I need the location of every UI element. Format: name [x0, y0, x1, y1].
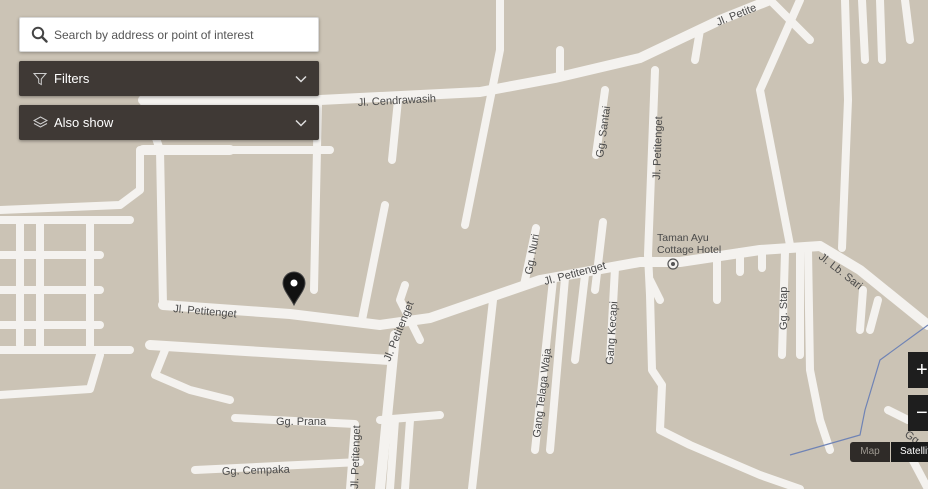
chevron-down-icon [295, 117, 307, 129]
map-type-map-button[interactable]: Map [850, 442, 890, 462]
zoom-out-button[interactable]: − [908, 395, 928, 431]
poi-label-line1: Taman Ayu [657, 232, 709, 244]
zoom-in-button[interactable]: + [908, 352, 928, 388]
chevron-down-icon [295, 73, 307, 85]
funnel-icon [32, 71, 48, 87]
street-label-stap: Gg. Stap [778, 287, 790, 330]
search-icon [30, 26, 48, 44]
street-label-cempaka: Gg. Cempaka [222, 464, 291, 478]
search-box [19, 17, 319, 52]
filters-button[interactable]: Filters [19, 61, 319, 96]
map-type-satellite-button[interactable]: Satellite [891, 442, 928, 462]
street-label-bottom-edge: Jl. Petitenget [349, 425, 363, 489]
poi-label-line2: Cottage Hotel [657, 244, 721, 256]
also-show-button[interactable]: Also show [19, 105, 319, 140]
search-input[interactable] [52, 26, 306, 43]
street-label-prana: Gg. Prana [276, 416, 327, 428]
layers-icon [32, 115, 48, 131]
filters-label: Filters [54, 71, 90, 86]
street-label-petitenget-vertical: Jl. Petitenget [651, 116, 665, 180]
also-show-label: Also show [54, 115, 114, 130]
poi-marker-icon[interactable] [667, 258, 679, 270]
